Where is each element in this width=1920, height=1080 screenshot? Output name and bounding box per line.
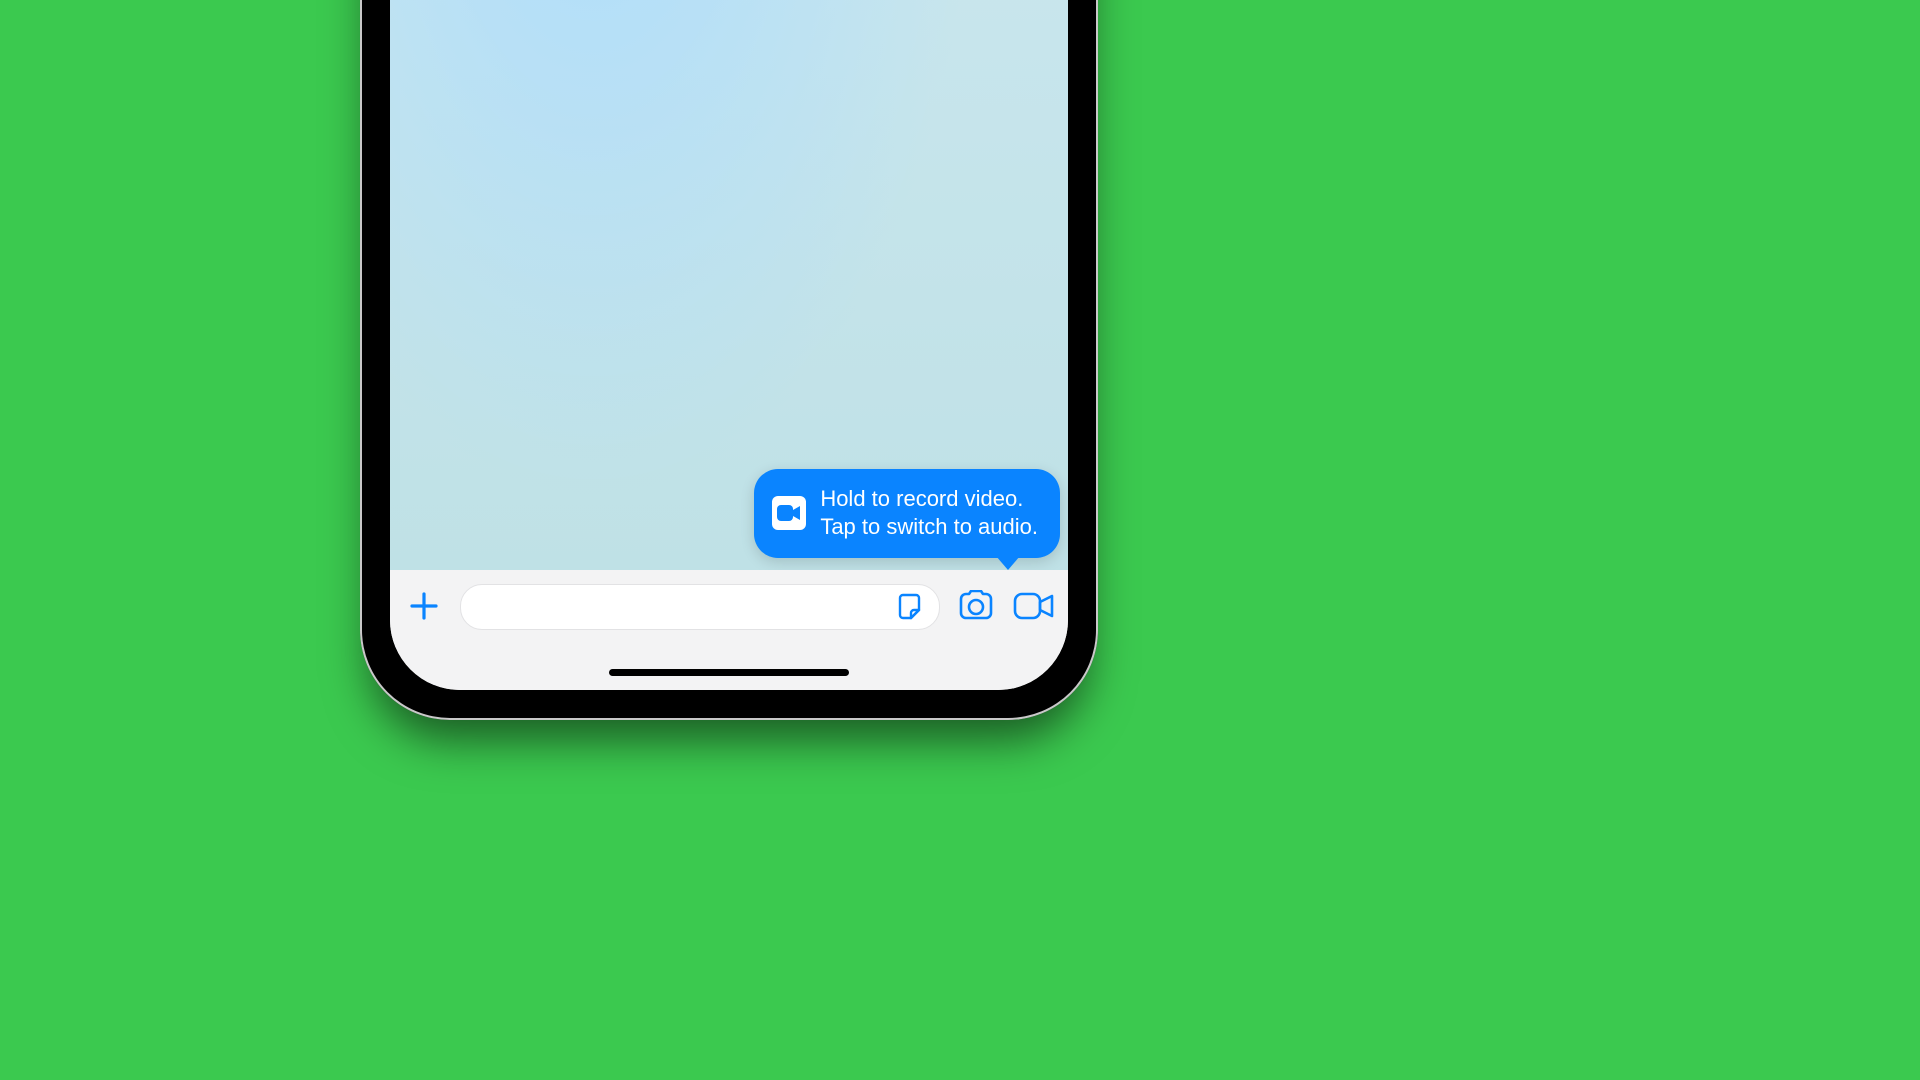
- tooltip-text: Hold to record video. Tap to switch to a…: [820, 485, 1038, 542]
- video-record-button[interactable]: [1012, 584, 1056, 628]
- stage: Hold to record video. Tap to switch to a…: [0, 0, 1456, 816]
- camera-icon: [957, 590, 995, 622]
- home-indicator[interactable]: [609, 669, 849, 676]
- plus-icon: [408, 590, 440, 622]
- tooltip-tail: [996, 556, 1020, 570]
- sticker-button[interactable]: [895, 590, 929, 624]
- record-hint-tooltip: Hold to record video. Tap to switch to a…: [754, 469, 1060, 558]
- video-icon: [1013, 591, 1055, 621]
- phone-frame: Hold to record video. Tap to switch to a…: [360, 0, 1098, 720]
- tooltip-line2: Tap to switch to audio.: [820, 513, 1038, 542]
- phone-screen: Hold to record video. Tap to switch to a…: [390, 0, 1068, 690]
- phone-bezel: Hold to record video. Tap to switch to a…: [370, 0, 1088, 710]
- video-icon: [772, 496, 806, 530]
- tooltip-line1: Hold to record video.: [820, 485, 1038, 514]
- attach-button[interactable]: [402, 584, 446, 628]
- camera-button[interactable]: [954, 584, 998, 628]
- sticker-icon: [897, 592, 927, 622]
- message-input-bar: [390, 570, 1068, 690]
- message-text-field[interactable]: [460, 584, 940, 630]
